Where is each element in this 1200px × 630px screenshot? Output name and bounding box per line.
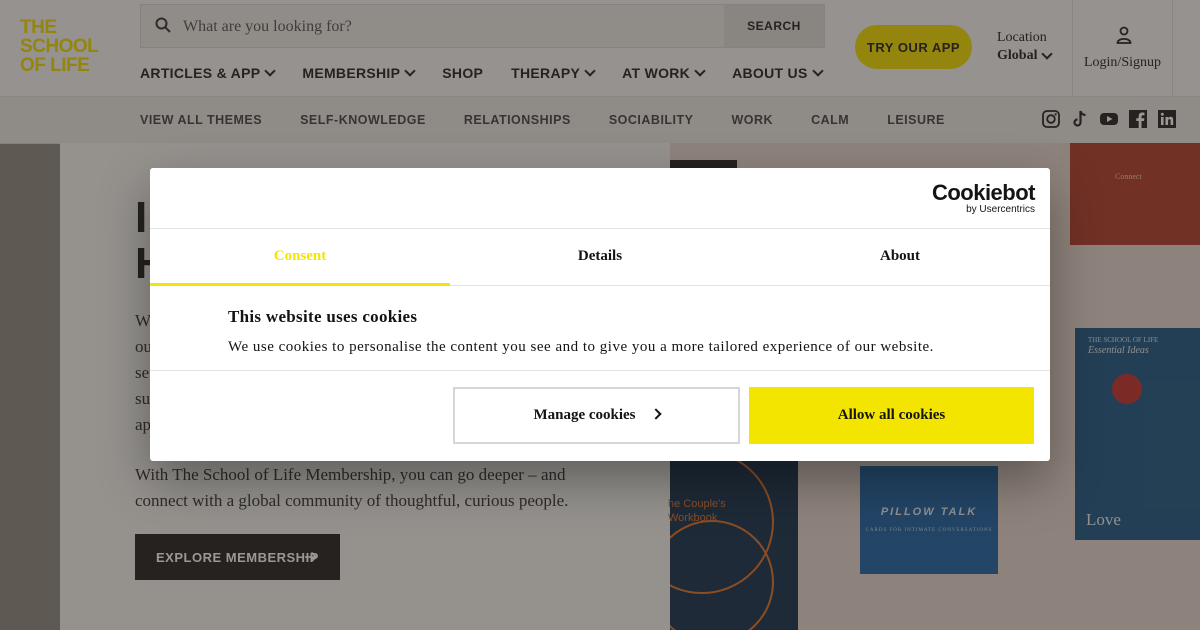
- manage-cookies-label: Manage cookies: [533, 407, 636, 423]
- cookie-consent-dialog: Cookiebot by Usercentrics Consent Detail…: [150, 168, 1050, 461]
- brand-sub: by Usercentrics: [966, 204, 1035, 215]
- page: THE SCHOOL OF LIFE SEARCH ARTICLES & APP…: [0, 0, 1200, 630]
- brand-name: Cookiebot: [931, 180, 1036, 205]
- chevron-right-icon: [649, 408, 662, 420]
- cookie-title: This website uses cookies: [228, 307, 418, 326]
- tab-about[interactable]: About: [750, 229, 1050, 285]
- cookiebot-logo: Cookiebot by Usercentrics: [931, 180, 1036, 216]
- cookie-tabs: Consent Details About: [150, 228, 1050, 286]
- manage-cookies-button[interactable]: Manage cookies: [453, 387, 740, 444]
- cookie-description: We use cookies to personalise the conten…: [228, 339, 934, 355]
- divider: [150, 370, 1050, 371]
- allow-all-cookies-button[interactable]: Allow all cookies: [749, 387, 1034, 444]
- tab-details[interactable]: Details: [450, 229, 750, 285]
- tab-consent[interactable]: Consent: [150, 229, 450, 286]
